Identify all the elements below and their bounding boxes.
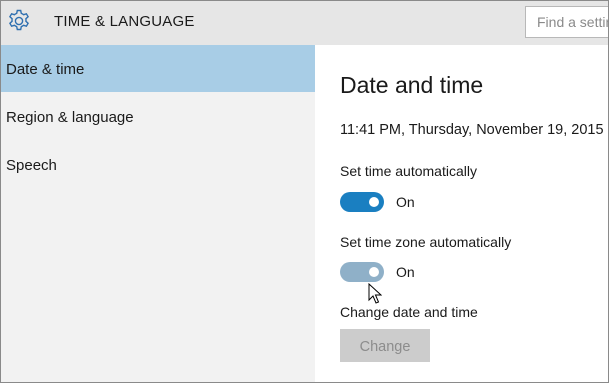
set-time-auto-toggle[interactable] <box>340 192 384 212</box>
app-title: TIME & LANGUAGE <box>54 13 195 30</box>
set-timezone-auto-toggle[interactable] <box>340 262 384 282</box>
title-bar: TIME & LANGUAGE Find a setting <box>1 1 608 45</box>
set-time-auto-label: Set time automatically <box>340 163 477 179</box>
change-button[interactable]: Change <box>340 329 430 362</box>
sidebar-item-label: Speech <box>6 157 57 174</box>
set-timezone-auto-label: Set time zone automatically <box>340 234 512 250</box>
sidebar-item-region-language[interactable]: Region & language <box>1 93 315 140</box>
set-timezone-auto-state: On <box>396 264 415 280</box>
sidebar-item-label: Region & language <box>6 109 134 126</box>
set-time-auto-state: On <box>396 194 415 210</box>
settings-window: TIME & LANGUAGE Find a setting Date & ti… <box>1 1 608 382</box>
search-input[interactable]: Find a setting <box>525 6 608 38</box>
page-title: Date and time <box>340 72 484 98</box>
current-datetime: 11:41 PM, Thursday, November 19, 2015 <box>340 122 604 138</box>
change-date-time-label: Change date and time <box>340 304 478 320</box>
toggle-knob <box>369 197 379 207</box>
gear-icon <box>5 7 33 35</box>
main-content: Date and time 11:41 PM, Thursday, Novemb… <box>315 45 608 382</box>
sidebar-item-label: Date & time <box>6 61 85 78</box>
sidebar-item-speech[interactable]: Speech <box>1 141 315 188</box>
toggle-knob <box>369 267 379 277</box>
mouse-cursor-icon <box>368 282 383 305</box>
sidebar: Date & time Region & language Speech <box>1 45 315 382</box>
sidebar-item-date-time[interactable]: Date & time <box>1 45 315 92</box>
